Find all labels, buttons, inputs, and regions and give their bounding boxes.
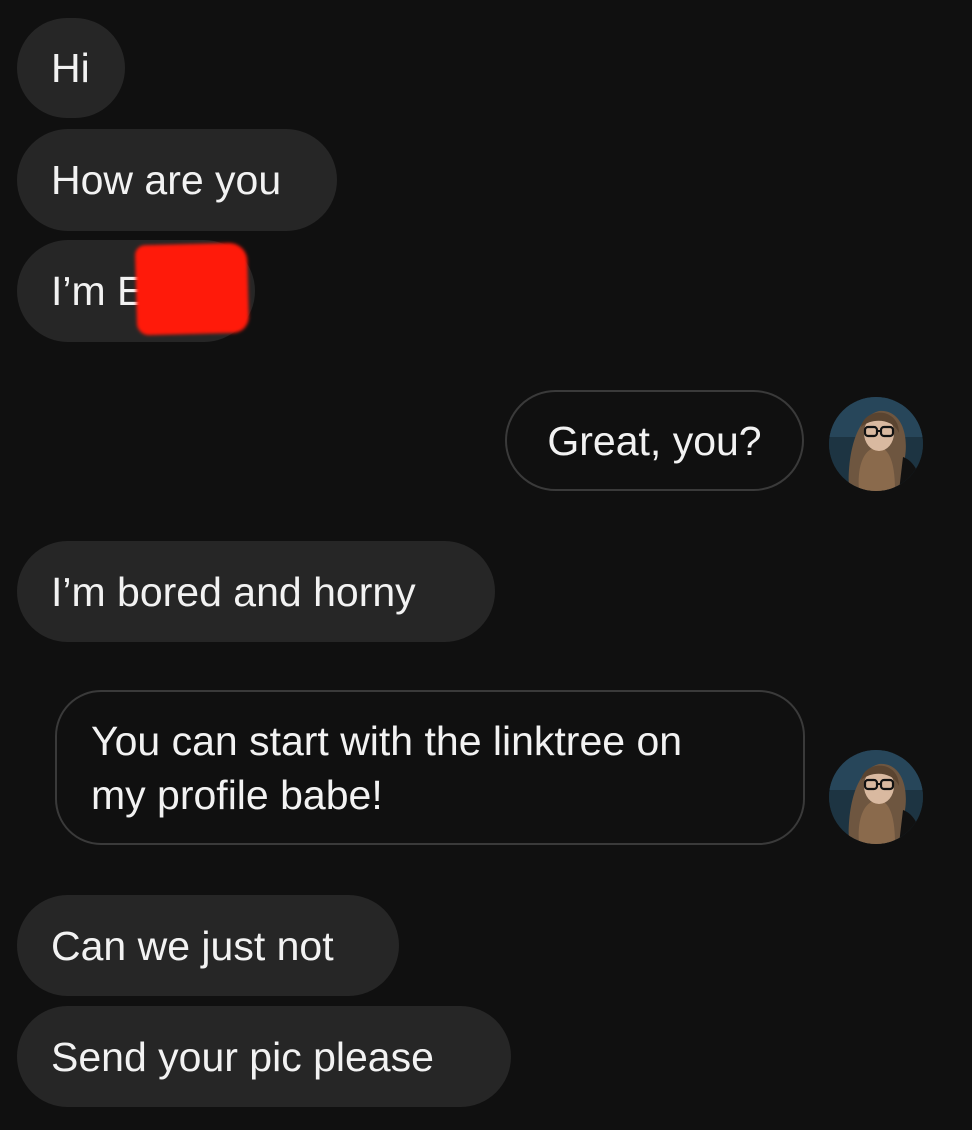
incoming-message-bubble[interactable]: How are you [17, 129, 337, 231]
sender-avatar-icon[interactable] [829, 397, 923, 491]
incoming-message-bubble[interactable]: I’m bored and horny [17, 541, 495, 642]
message-text: Send your pic please [51, 1033, 434, 1080]
sender-avatar-icon[interactable] [829, 750, 923, 844]
message-text: Hi [51, 45, 90, 91]
message-text: I’m bored and horny [51, 568, 416, 615]
message-text: How are you [51, 157, 282, 203]
message-text-line: You can start with the linktree on [91, 717, 683, 764]
outgoing-message-bubble[interactable]: You can start with the linktree on my pr… [55, 690, 805, 845]
message-text-line: my profile babe! [91, 771, 383, 818]
red-redaction-mark [134, 242, 250, 336]
incoming-message-bubble[interactable]: Hi [17, 18, 125, 118]
incoming-message-bubble[interactable]: Send your pic please [17, 1006, 511, 1107]
message-text-block: You can start with the linktree on my pr… [91, 714, 682, 822]
incoming-message-bubble[interactable]: Can we just not [17, 895, 399, 996]
message-text: Can we just not [51, 922, 334, 969]
message-text: Great, you? [547, 417, 762, 464]
outgoing-message-bubble[interactable]: Great, you? [505, 390, 804, 491]
message-text: I’m E [51, 268, 145, 314]
